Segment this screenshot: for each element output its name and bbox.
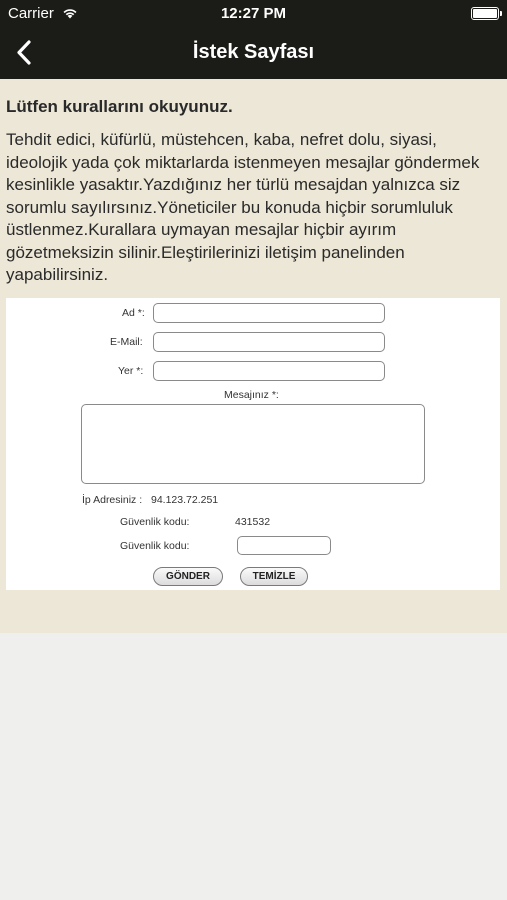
place-input[interactable] [153,361,385,381]
message-textarea[interactable] [81,404,425,484]
request-form: Ad *: E-Mail: Yer *: Mesajınız *: İp Adr… [6,298,500,590]
name-input[interactable] [153,303,385,323]
message-label: Mesajınız *: [224,389,279,401]
email-input[interactable] [153,332,385,352]
security-code-input[interactable] [237,536,331,555]
ip-value: 94.123.72.251 [151,494,219,506]
security-input-label: Güvenlik kodu: [120,540,190,552]
chevron-left-icon [17,40,31,65]
status-bar: Carrier 12:27 PM [0,0,507,28]
navigation-bar: İstek Sayfası [0,28,507,79]
status-time: 12:27 PM [220,5,287,22]
security-code-label: Güvenlik kodu: [120,516,190,528]
request-page-content: Lütfen kurallarını okuyunuz. Tehdit edic… [0,79,507,633]
security-code-value: 431532 [235,516,271,528]
page-title: İstek Sayfası [192,41,315,63]
place-label: Yer *: [118,365,144,377]
rules-heading: Lütfen kurallarını okuyunuz. [6,97,233,116]
battery-icon [471,7,502,20]
clear-button[interactable]: TEMİZLE [240,567,308,586]
rules-text: Tehdit edici, küfürlü, müstehcen, kaba, … [6,130,480,284]
ip-label: İp Adresiniz : [82,494,143,506]
back-button[interactable] [10,38,40,68]
submit-button[interactable]: GÖNDER [153,567,223,586]
battery-level [473,9,497,18]
email-label: E-Mail: [110,336,143,348]
name-label: Ad *: [122,307,145,319]
